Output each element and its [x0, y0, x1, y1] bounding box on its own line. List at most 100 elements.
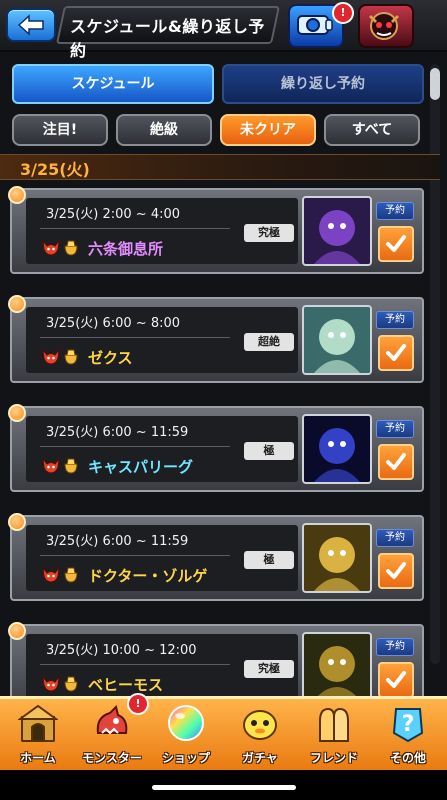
- quest-info-panel: 3/25(火) 2:00 ~ 4:00 究極 六条御息所: [26, 198, 298, 264]
- nav-friend[interactable]: フレンド: [297, 699, 371, 773]
- quest-info-panel: 3/25(火) 6:00 ~ 11:59 極 キャスパリーグ: [26, 416, 298, 482]
- devil-element-icon: [42, 240, 60, 256]
- nav-shop-label: ショップ: [161, 751, 210, 765]
- reserve-checkbox[interactable]: [378, 444, 414, 480]
- new-indicator-dot: [8, 513, 26, 531]
- nav-monster-badge: !: [127, 693, 149, 715]
- difficulty-badge: 超絶: [244, 333, 294, 351]
- friend-icon: [319, 707, 349, 742]
- reserve-checkbox[interactable]: [378, 335, 414, 371]
- new-indicator-dot: [8, 404, 26, 422]
- quest-info-panel: 3/25(火) 10:00 ~ 12:00 究極 ベヒーモス: [26, 634, 298, 700]
- svg-text:?: ?: [402, 712, 415, 737]
- reserve-label: 予約: [376, 638, 414, 656]
- reserve-label: 予約: [376, 311, 414, 329]
- monster-icon: [96, 705, 128, 735]
- quest-time: 3/25(火) 10:00 ~ 12:00: [46, 643, 197, 658]
- checkmark-icon: [386, 671, 406, 688]
- new-indicator-dot: [8, 186, 26, 204]
- divider: [40, 446, 230, 447]
- devil-element-icon: [42, 676, 60, 692]
- difficulty-badge: 究極: [244, 660, 294, 678]
- checkmark-icon: [386, 344, 406, 361]
- divider: [40, 664, 230, 665]
- quest-card[interactable]: 3/25(火) 6:00 ~ 11:59 極 ドクター・ゾルゲ 予約: [8, 513, 424, 601]
- home-indicator: [0, 770, 447, 800]
- monster-portrait-icon: [302, 196, 372, 266]
- nav-gacha[interactable]: ガチャ: [223, 699, 297, 773]
- tab-repeat-reservation[interactable]: 繰り返し予約: [222, 64, 424, 104]
- devil-element-icon: [42, 567, 60, 583]
- devil-element-icon: [42, 349, 60, 365]
- quest-time: 3/25(火) 2:00 ~ 4:00: [46, 207, 181, 222]
- difficulty-badge: 究極: [244, 224, 294, 242]
- back-arrow-icon: [17, 14, 44, 36]
- treasure-bag-icon: [64, 676, 78, 692]
- quest-card[interactable]: 3/25(火) 2:00 ~ 4:00 究極 六条御息所 予約: [8, 186, 424, 274]
- reserve-checkbox[interactable]: [378, 226, 414, 262]
- treasure-bag-icon: [64, 240, 78, 256]
- checkmark-icon: [386, 562, 406, 579]
- date-label: 3/25(火): [20, 160, 90, 179]
- treasure-bag-icon: [64, 567, 78, 583]
- new-indicator-dot: [8, 295, 26, 313]
- gacha-icon: [243, 710, 277, 740]
- notification-badge: !: [332, 2, 354, 24]
- checkmark-icon: [386, 453, 406, 470]
- divider: [40, 337, 230, 338]
- date-header: 3/25(火): [0, 154, 440, 180]
- top-bar: スケジュール&繰り返し予約 !: [0, 0, 447, 60]
- tab-schedule[interactable]: スケジュール: [12, 64, 214, 104]
- reserve-label: 予約: [376, 529, 414, 547]
- nav-other-label: その他: [389, 751, 426, 765]
- nav-monster-label: モンスター: [82, 751, 142, 765]
- quest-name: キャスパリーグ: [88, 458, 194, 476]
- home-indicator-bar: [152, 785, 296, 790]
- quest-name: 六条御息所: [88, 240, 164, 258]
- filter-featured[interactable]: 注目!: [12, 114, 108, 146]
- demon-avatar-icon: [368, 12, 400, 40]
- camera-icon: [297, 15, 333, 35]
- nav-shop[interactable]: ショップ: [149, 699, 223, 773]
- quest-info-panel: 3/25(火) 6:00 ~ 8:00 超絶 ゼクス: [26, 307, 298, 373]
- reserve-checkbox[interactable]: [378, 662, 414, 698]
- quest-time: 3/25(火) 6:00 ~ 8:00: [46, 316, 181, 331]
- divider: [40, 228, 230, 229]
- filter-all[interactable]: すべて: [324, 114, 420, 146]
- quest-card[interactable]: 3/25(火) 6:00 ~ 11:59 極 キャスパリーグ 予約: [8, 404, 424, 492]
- quest-time: 3/25(火) 6:00 ~ 11:59: [46, 534, 189, 549]
- nav-home-label: ホーム: [20, 751, 56, 765]
- quest-name: ドクター・ゾルゲ: [88, 567, 208, 585]
- reserve-label: 予約: [376, 202, 414, 220]
- new-indicator-dot: [8, 622, 26, 640]
- monster-portrait-icon: [302, 632, 372, 702]
- monster-portrait-icon: [302, 305, 372, 375]
- home-icon: [18, 704, 58, 742]
- scrollbar-thumb[interactable]: [430, 68, 440, 100]
- difficulty-badge: 極: [244, 442, 294, 460]
- nav-other[interactable]: ? その他: [371, 699, 445, 773]
- nav-friend-label: フレンド: [309, 751, 358, 765]
- difficulty-badge: 極: [244, 551, 294, 569]
- quest-info-panel: 3/25(火) 6:00 ~ 11:59 極 ドクター・ゾルゲ: [26, 525, 298, 591]
- quest-name: ベヒーモス: [88, 676, 164, 694]
- filter-uncleared[interactable]: 未クリア: [220, 114, 316, 146]
- treasure-bag-icon: [64, 349, 78, 365]
- monster-avatar-button[interactable]: [358, 4, 414, 48]
- quest-name: ゼクス: [88, 349, 133, 367]
- reserve-checkbox[interactable]: [378, 553, 414, 589]
- checkmark-icon: [386, 235, 406, 252]
- page-title: スケジュール&繰り返し予約: [70, 17, 265, 60]
- monster-portrait-icon: [302, 523, 372, 593]
- bottom-nav: ホーム ! モンスター ショップ ガチャ フレンド ? その他: [0, 693, 447, 773]
- reserve-label: 予約: [376, 420, 414, 438]
- other-icon: ?: [392, 708, 424, 743]
- back-button[interactable]: [6, 8, 56, 42]
- quest-card[interactable]: 3/25(火) 6:00 ~ 8:00 超絶 ゼクス 予約: [8, 295, 424, 383]
- nav-home[interactable]: ホーム: [1, 699, 75, 773]
- devil-element-icon: [42, 458, 60, 474]
- filter-extreme[interactable]: 絶級: [116, 114, 212, 146]
- quest-time: 3/25(火) 6:00 ~ 11:59: [46, 425, 189, 440]
- nav-monster[interactable]: ! モンスター: [75, 693, 149, 773]
- nav-gacha-label: ガチャ: [242, 751, 278, 765]
